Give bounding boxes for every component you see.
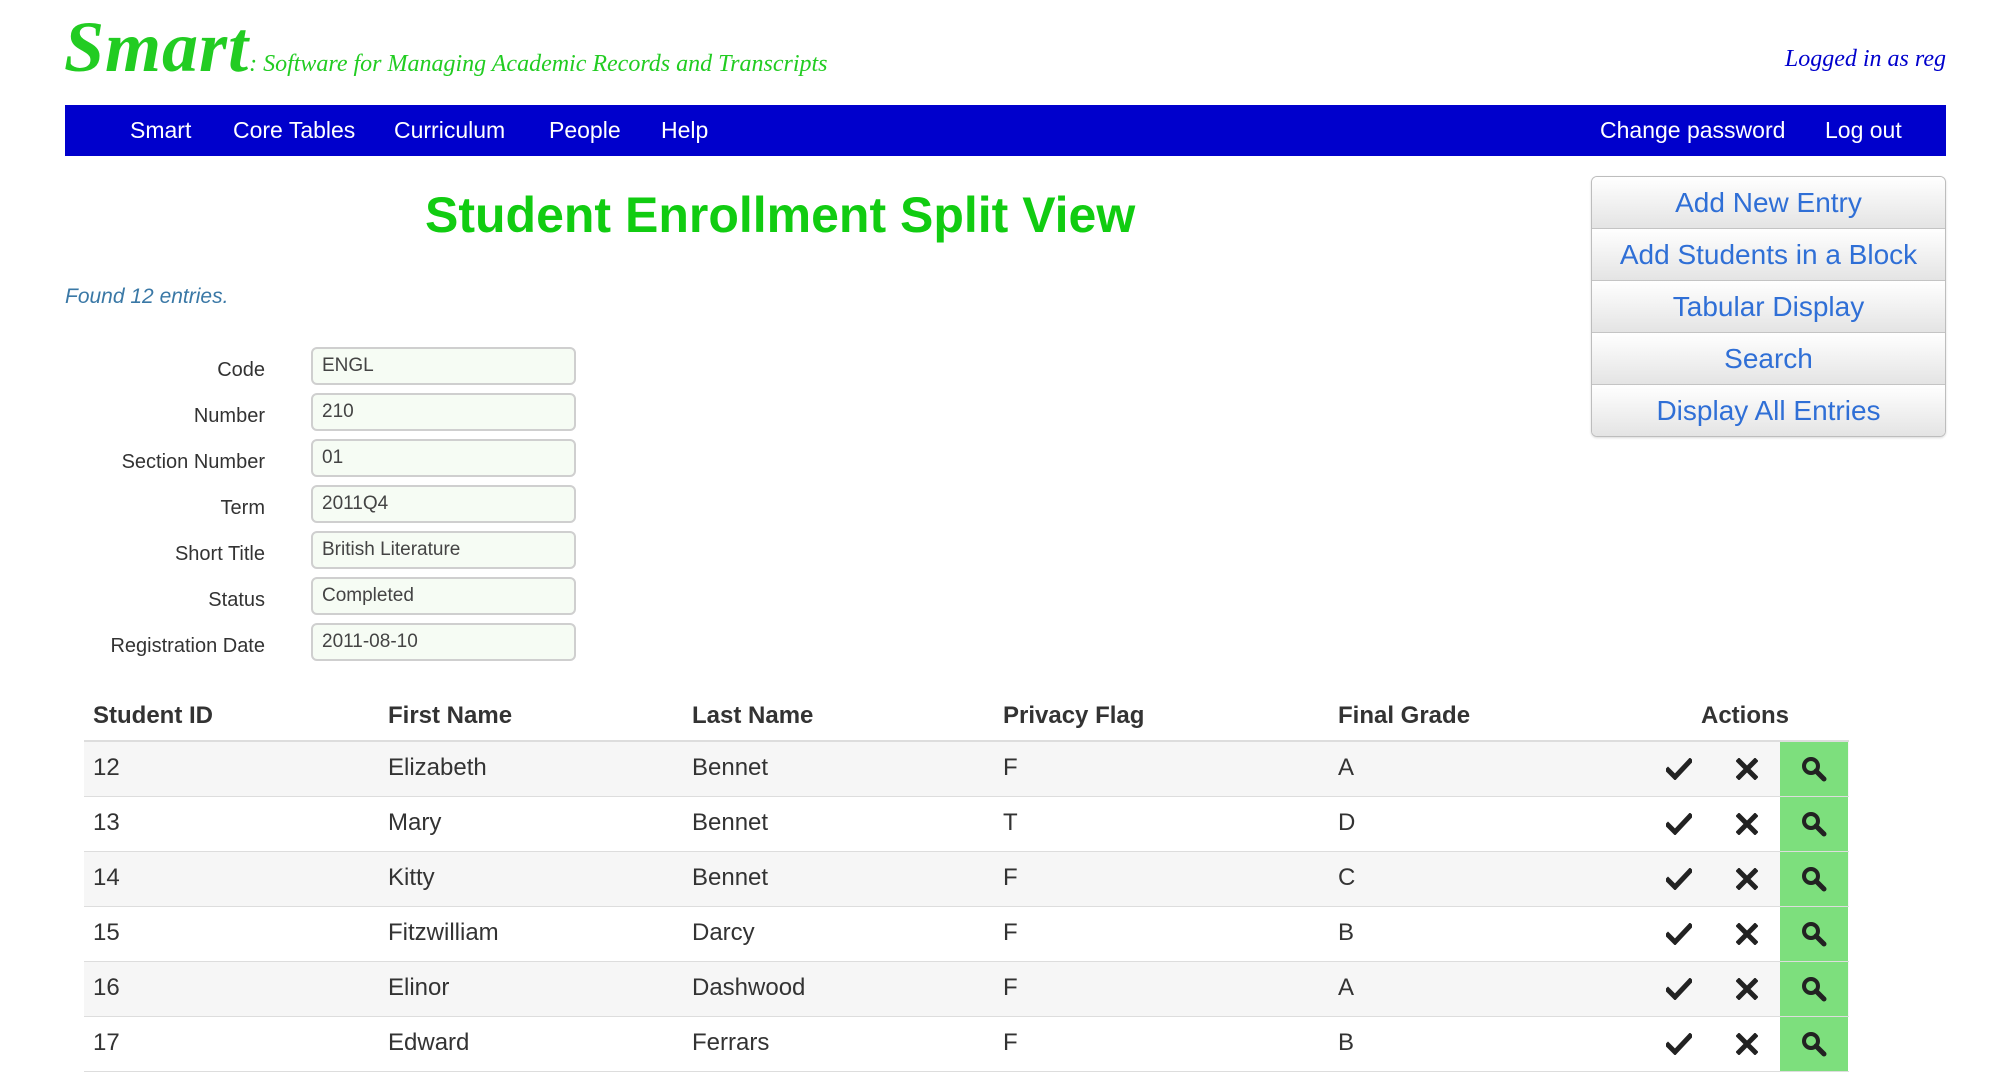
table-row: 17 Edward Ferrars F B xyxy=(84,1017,1849,1072)
search-icon[interactable] xyxy=(1780,797,1848,851)
cell-first-name: Fitzwilliam xyxy=(388,919,499,946)
cell-final-grade: B xyxy=(1338,1029,1355,1056)
cell-last-name: Darcy xyxy=(692,919,755,946)
cell-final-grade: C xyxy=(1338,864,1356,891)
status-label: Status xyxy=(208,589,265,611)
search-icon[interactable] xyxy=(1780,852,1848,906)
code-field[interactable] xyxy=(311,347,576,385)
cell-privacy-flag: F xyxy=(1003,864,1018,891)
cell-privacy-flag: F xyxy=(1003,974,1018,1001)
close-icon[interactable] xyxy=(1727,742,1767,796)
short-title-field[interactable] xyxy=(311,531,576,569)
close-icon[interactable] xyxy=(1727,1017,1767,1071)
registration-date-field[interactable] xyxy=(311,623,576,661)
table-row: 13 Mary Bennet T D xyxy=(84,797,1849,852)
header-last-name[interactable]: Last Name xyxy=(692,702,813,730)
search-icon[interactable] xyxy=(1780,907,1848,961)
close-icon[interactable] xyxy=(1727,962,1767,1016)
table-row: 14 Kitty Bennet F C xyxy=(84,852,1849,907)
close-icon[interactable] xyxy=(1727,852,1767,906)
cell-first-name: Elizabeth xyxy=(388,754,487,781)
number-field[interactable] xyxy=(311,393,576,431)
table-body: 12 Elizabeth Bennet F A 13 Mary Bennet T D 14 Kitty… xyxy=(84,742,1849,1072)
check-icon[interactable] xyxy=(1659,742,1699,796)
section-number-label: Section Number xyxy=(121,451,265,473)
search-icon[interactable] xyxy=(1780,962,1848,1016)
add-students-block-button[interactable]: Add Students in a Block xyxy=(1592,229,1945,281)
cell-last-name: Bennet xyxy=(692,864,769,891)
header-final-grade[interactable]: Final Grade xyxy=(1338,702,1470,730)
cell-last-name: Bennet xyxy=(692,754,769,781)
cell-privacy-flag: T xyxy=(1003,809,1018,836)
cell-first-name: Elinor xyxy=(388,974,450,1001)
site-brand: Smart: Software for Managing Academic Re… xyxy=(64,6,828,89)
section-number-field[interactable] xyxy=(311,439,576,477)
nav-help[interactable]: Help xyxy=(661,105,708,156)
check-icon[interactable] xyxy=(1659,797,1699,851)
check-icon[interactable] xyxy=(1659,907,1699,961)
enrollment-table: Student ID First Name Last Name Privacy … xyxy=(84,688,1849,1072)
found-count: Found 12 entries. xyxy=(65,285,229,308)
cell-first-name: Mary xyxy=(388,809,442,836)
cell-privacy-flag: F xyxy=(1003,1029,1018,1056)
check-icon[interactable] xyxy=(1659,962,1699,1016)
number-label: Number xyxy=(193,405,265,427)
nav-smart[interactable]: Smart xyxy=(130,105,191,156)
logged-in-status: Logged in as reg xyxy=(1784,46,1946,72)
table-row: 15 Fitzwilliam Darcy F B xyxy=(84,907,1849,962)
cell-final-grade: B xyxy=(1338,919,1355,946)
search-button[interactable]: Search xyxy=(1592,333,1945,385)
cell-last-name: Dashwood xyxy=(692,974,806,1001)
cell-student-id: 12 xyxy=(93,754,120,781)
add-new-entry-button[interactable]: Add New Entry xyxy=(1592,177,1945,229)
table-row: 12 Elizabeth Bennet F A xyxy=(84,742,1849,797)
display-all-entries-button[interactable]: Display All Entries xyxy=(1592,385,1945,436)
header-privacy-flag[interactable]: Privacy Flag xyxy=(1003,702,1144,730)
brand-logo: Smart xyxy=(64,7,250,87)
nav-core-tables[interactable]: Core Tables xyxy=(233,105,355,156)
registration-date-label: Registration Date xyxy=(110,635,265,657)
cell-student-id: 13 xyxy=(93,809,120,836)
cell-privacy-flag: F xyxy=(1003,754,1018,781)
close-icon[interactable] xyxy=(1727,907,1767,961)
cell-last-name: Ferrars xyxy=(692,1029,770,1056)
cell-final-grade: D xyxy=(1338,809,1356,836)
check-icon[interactable] xyxy=(1659,852,1699,906)
brand-tagline: : Software for Managing Academic Records… xyxy=(249,51,828,77)
cell-privacy-flag: F xyxy=(1003,919,1018,946)
term-label: Term xyxy=(220,497,265,519)
cell-student-id: 15 xyxy=(93,919,120,946)
page-title: Student Enrollment Split View xyxy=(425,187,1136,243)
status-field[interactable] xyxy=(311,577,576,615)
term-field[interactable] xyxy=(311,485,576,523)
top-navbar: Smart Core Tables Curriculum People Help… xyxy=(65,105,1946,156)
search-icon[interactable] xyxy=(1780,1017,1848,1071)
header-actions: Actions xyxy=(1701,702,1790,729)
cell-final-grade: A xyxy=(1338,974,1355,1001)
check-icon[interactable] xyxy=(1659,1017,1699,1071)
short-title-label: Short Title xyxy=(174,543,265,565)
cell-final-grade: A xyxy=(1338,754,1355,781)
cell-first-name: Edward xyxy=(388,1029,470,1056)
cell-student-id: 14 xyxy=(93,864,120,891)
cell-student-id: 17 xyxy=(93,1029,120,1056)
table-row: 16 Elinor Dashwood F A xyxy=(84,962,1849,1017)
header-first-name[interactable]: First Name xyxy=(388,702,512,730)
cell-last-name: Bennet xyxy=(692,809,769,836)
tabular-display-button[interactable]: Tabular Display xyxy=(1592,281,1945,333)
code-label: Code xyxy=(217,359,265,381)
search-icon[interactable] xyxy=(1780,742,1848,796)
nav-log-out[interactable]: Log out xyxy=(1825,105,1902,156)
nav-change-password[interactable]: Change password xyxy=(1600,105,1785,156)
action-button-group: Add New Entry Add Students in a Block Ta… xyxy=(1591,176,1946,437)
cell-first-name: Kitty xyxy=(388,864,435,891)
nav-people[interactable]: People xyxy=(549,105,621,156)
nav-curriculum[interactable]: Curriculum xyxy=(394,105,505,156)
header-student-id[interactable]: Student ID xyxy=(93,702,213,730)
close-icon[interactable] xyxy=(1727,797,1767,851)
table-header: Student ID First Name Last Name Privacy … xyxy=(84,688,1849,742)
cell-student-id: 16 xyxy=(93,974,120,1001)
